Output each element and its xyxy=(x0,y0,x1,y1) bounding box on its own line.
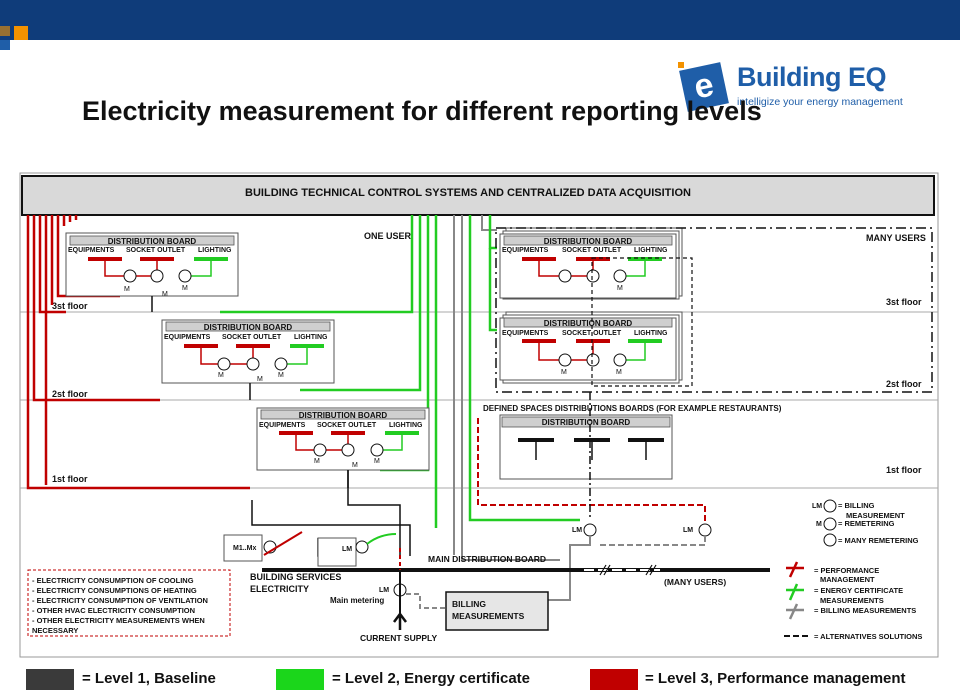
svg-text:= BILLING: = BILLING xyxy=(838,501,875,510)
svg-text:MEASUREMENTS: MEASUREMENTS xyxy=(820,596,884,605)
svg-text:SOCKET OUTLET: SOCKET OUTLET xyxy=(222,334,282,341)
svg-text:LIGHTING: LIGHTING xyxy=(634,247,668,254)
svg-text:- ELECTRICITY CONSUMPTIONS OF: - ELECTRICITY CONSUMPTIONS OF HEATING xyxy=(32,586,197,595)
svg-text:M1..Mx: M1..Mx xyxy=(233,545,256,552)
floor-label-3-right: 3st floor xyxy=(886,297,922,307)
floor-label-2: 2st floor xyxy=(52,389,88,399)
svg-text:SOCKET OUTLET: SOCKET OUTLET xyxy=(317,422,377,429)
svg-text:SOCKET OUTLET: SOCKET OUTLET xyxy=(126,247,186,254)
svg-text:BILLING: BILLING xyxy=(452,599,486,609)
level-1-label: = Level 1, Baseline xyxy=(82,670,216,687)
svg-text:M: M xyxy=(816,521,822,528)
floor-label-1-right: 1st floor xyxy=(886,465,922,475)
svg-text:LIGHTING: LIGHTING xyxy=(198,247,232,254)
distribution-board-3f: DISTRIBUTION BOARD EQUIPMENTS SOCKET OUT… xyxy=(65,232,239,298)
svg-text:= REMETERING: = REMETERING xyxy=(838,519,895,528)
svg-text:DISTRIBUTION BOARD: DISTRIBUTION BOARD xyxy=(544,237,633,246)
svg-text:LM: LM xyxy=(342,546,352,553)
svg-text:LM: LM xyxy=(572,527,582,534)
floor-label-3: 3st floor xyxy=(52,301,88,311)
svg-text:DISTRIBUTION BOARD: DISTRIBUTION BOARD xyxy=(108,237,197,246)
svg-text:M: M xyxy=(314,458,320,465)
svg-text:EQUIPMENTS: EQUIPMENTS xyxy=(259,422,306,429)
lm-services-meter xyxy=(355,540,369,554)
svg-text:- ELECTRICITY CONSUMPTION OF V: - ELECTRICITY CONSUMPTION OF VENTILATION xyxy=(32,596,208,605)
defined-spaces-board: DISTRIBUTION BOARD xyxy=(499,414,673,480)
svg-text:LIGHTING: LIGHTING xyxy=(389,422,423,429)
svg-text:MEASUREMENTS: MEASUREMENTS xyxy=(452,611,525,621)
distribution-board-2f-many: DISTRIBUTION BOARD EQUIPMENTS SOCKET OUT… xyxy=(499,311,683,384)
one-user-label: ONE USER xyxy=(364,231,412,241)
level-3-label: = Level 3, Performance management xyxy=(645,670,906,687)
many-users-bottom: (MANY USERS) xyxy=(664,577,726,587)
svg-text:DISTRIBUTION BOARD: DISTRIBUTION BOARD xyxy=(544,319,633,328)
svg-text:M: M xyxy=(257,376,263,383)
svg-text:- ELECTRICITY CONSUMPTION OF C: - ELECTRICITY CONSUMPTION OF COOLING xyxy=(32,576,194,585)
svg-text:SOCKET OUTLET: SOCKET OUTLET xyxy=(562,247,622,254)
svg-text:M: M xyxy=(124,286,130,293)
svg-text:EQUIPMENTS: EQUIPMENTS xyxy=(502,247,549,254)
main-metering-label: Main metering xyxy=(330,596,384,605)
svg-text:MANAGEMENT: MANAGEMENT xyxy=(820,575,875,584)
many-users-label: MANY USERS xyxy=(866,233,926,243)
svg-text:= PERFORMANCE: = PERFORMANCE xyxy=(814,566,879,575)
level-2-label: = Level 2, Energy certificate xyxy=(332,670,531,687)
electricity-label: ELECTRICITY xyxy=(250,584,309,594)
floor-label-2-right: 2st floor xyxy=(886,379,922,389)
svg-text:M: M xyxy=(278,372,284,379)
svg-text:M: M xyxy=(561,369,567,376)
svg-text:M: M xyxy=(352,462,358,469)
distribution-board-1f: DISTRIBUTION BOARD EQUIPMENTS SOCKET OUT… xyxy=(256,407,430,471)
header-text: BUILDING TECHNICAL CONTROL SYSTEMS AND C… xyxy=(245,187,691,199)
svg-text:DISTRIBUTION BOARD: DISTRIBUTION BOARD xyxy=(542,418,631,427)
electricity-diagram: BUILDING TECHNICAL CONTROL SYSTEMS AND C… xyxy=(19,172,939,658)
svg-text:= BILLING MEASUREMENTS: = BILLING MEASUREMENTS xyxy=(814,606,916,615)
svg-text:M: M xyxy=(218,372,224,379)
svg-text:M: M xyxy=(182,285,188,292)
svg-text:NECESSARY: NECESSARY xyxy=(32,626,78,635)
level-3-swatch xyxy=(590,669,638,690)
distribution-board-2f: DISTRIBUTION BOARD EQUIPMENTS SOCKET OUT… xyxy=(161,319,335,384)
svg-text:M: M xyxy=(616,369,622,376)
svg-text:LM: LM xyxy=(379,587,389,594)
svg-text:= ENERGY CERTIFICATE: = ENERGY CERTIFICATE xyxy=(814,586,903,595)
main-board-label: MAIN DISTRIBUTION BOARD xyxy=(428,554,546,564)
svg-text:LM: LM xyxy=(683,527,693,534)
svg-text:DISTRIBUTION BOARD: DISTRIBUTION BOARD xyxy=(299,411,388,420)
building-services-label: BUILDING SERVICES xyxy=(250,572,341,582)
level-2-swatch xyxy=(276,669,324,690)
svg-text:EQUIPMENTS: EQUIPMENTS xyxy=(502,330,549,337)
svg-text:= MANY REMETERING: = MANY REMETERING xyxy=(838,536,919,545)
svg-text:EQUIPMENTS: EQUIPMENTS xyxy=(164,334,211,341)
current-supply-label: CURRENT SUPPLY xyxy=(360,633,437,643)
lm-meter xyxy=(583,523,597,537)
svg-text:LIGHTING: LIGHTING xyxy=(294,334,328,341)
svg-text:EQUIPMENTS: EQUIPMENTS xyxy=(68,247,115,254)
svg-text:M: M xyxy=(617,285,623,292)
svg-text:DISTRIBUTION BOARD: DISTRIBUTION BOARD xyxy=(204,323,293,332)
svg-text:LM: LM xyxy=(812,503,822,510)
level-1-swatch xyxy=(26,669,74,690)
svg-text:= ALTERNATIVES SOLUTIONS: = ALTERNATIVES SOLUTIONS xyxy=(814,632,922,641)
svg-text:M: M xyxy=(374,458,380,465)
defined-spaces-label: DEFINED SPACES DISTRIBUTIONS BOARDS (FOR… xyxy=(483,404,782,413)
floor-label-1: 1st floor xyxy=(52,474,88,484)
svg-text:LIGHTING: LIGHTING xyxy=(634,330,668,337)
lm-meter xyxy=(698,523,712,537)
svg-text:- OTHER HVAC ELECTRICITY CONSU: - OTHER HVAC ELECTRICITY CONSUMPTION xyxy=(32,606,195,615)
svg-text:- OTHER ELECTRICITY MEASUREMEN: - OTHER ELECTRICITY MEASUREMENTS WHEN xyxy=(32,616,205,625)
svg-text:M: M xyxy=(162,291,168,298)
distribution-board-3f-many: DISTRIBUTION BOARD EQUIPMENTS SOCKET OUT… xyxy=(499,227,683,300)
